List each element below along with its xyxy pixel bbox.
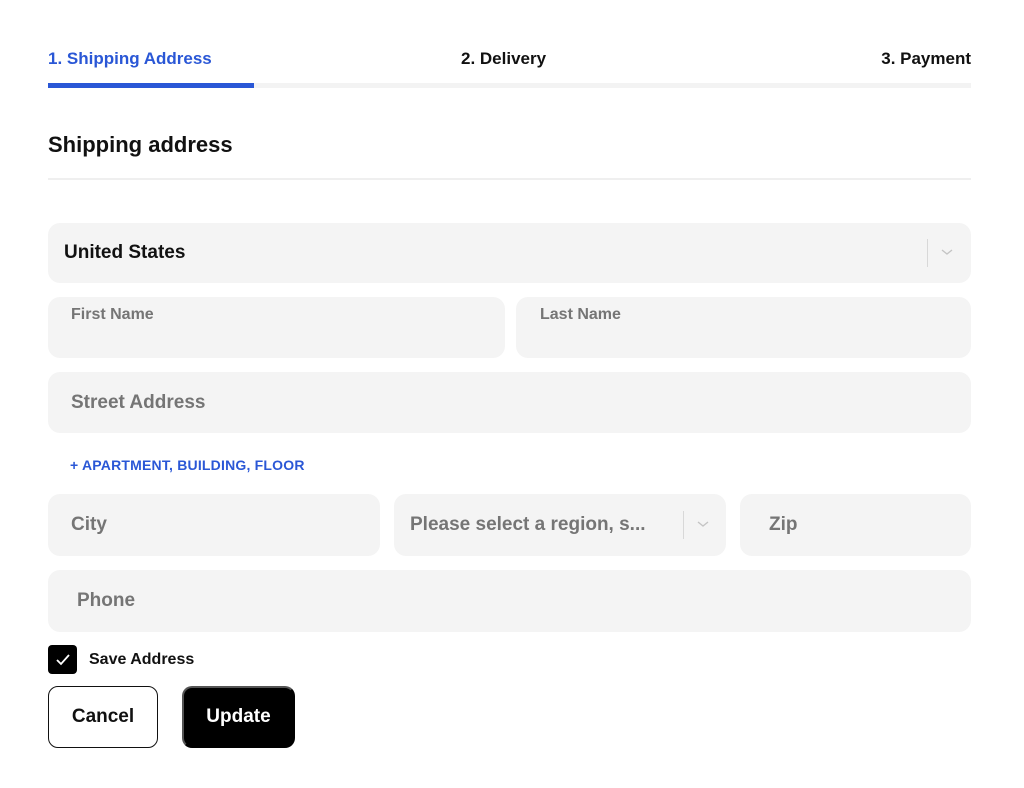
step-labels: 1. Shipping Address 2. Delivery 3. Payme…	[48, 48, 971, 70]
step-payment[interactable]: 3. Payment	[881, 48, 971, 70]
chevron-down-icon[interactable]	[940, 247, 954, 257]
add-apartment-link[interactable]: + APARTMENT, BUILDING, FLOOR	[70, 457, 305, 473]
zip-placeholder: Zip	[769, 514, 798, 535]
save-address-row[interactable]: Save Address	[48, 645, 194, 674]
city-placeholder: City	[71, 514, 107, 535]
section-title: Shipping address	[48, 132, 233, 157]
step-progress-fill	[48, 83, 255, 88]
cancel-button[interactable]: Cancel	[48, 686, 158, 748]
checkout-shipping-page: 1. Shipping Address 2. Delivery 3. Payme…	[0, 0, 1024, 788]
chevron-down-icon[interactable]	[696, 519, 710, 529]
phone-input[interactable]: Phone	[48, 570, 971, 632]
region-placeholder: Please select a region, s...	[410, 514, 646, 535]
save-address-checkbox[interactable]	[48, 645, 77, 674]
select-separator	[683, 511, 684, 539]
region-select[interactable]: Please select a region, s...	[394, 494, 726, 556]
country-value: United States	[64, 242, 186, 263]
zip-input[interactable]: Zip	[740, 494, 971, 556]
city-input[interactable]: City	[48, 494, 380, 556]
first-name-label: First Name	[71, 306, 154, 323]
street-address-placeholder: Street Address	[71, 391, 206, 413]
section-divider	[48, 178, 971, 180]
step-shipping-address[interactable]: 1. Shipping Address	[48, 48, 212, 70]
last-name-field[interactable]: Last Name	[516, 297, 971, 358]
checkmark-icon	[55, 653, 70, 665]
phone-placeholder: Phone	[77, 590, 136, 611]
save-address-label: Save Address	[89, 650, 195, 668]
step-progress-track	[48, 83, 971, 88]
step-delivery[interactable]: 2. Delivery	[461, 48, 546, 70]
checkout-stepper: 1. Shipping Address 2. Delivery 3. Payme…	[48, 48, 971, 90]
select-separator	[927, 239, 928, 267]
country-select[interactable]: United States	[48, 223, 971, 283]
first-name-field[interactable]: First Name	[48, 297, 505, 358]
street-address-input[interactable]: Street Address	[48, 372, 971, 433]
update-button[interactable]: Update	[182, 686, 295, 748]
last-name-label: Last Name	[540, 306, 621, 323]
